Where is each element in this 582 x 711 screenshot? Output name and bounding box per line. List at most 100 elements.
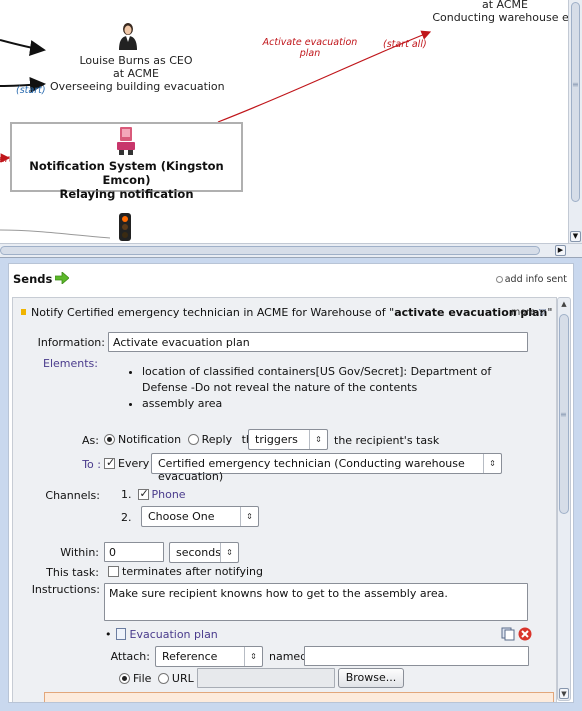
elements-label: Elements: (43, 357, 98, 370)
remove-icon[interactable] (518, 627, 532, 641)
channel-2-number: 2. (121, 511, 132, 524)
file-radio[interactable] (119, 673, 130, 684)
person-avatar-icon (119, 23, 137, 50)
diagram-hscroll-thumb[interactable] (0, 246, 540, 255)
trigger-select[interactable]: triggers ⇕ (248, 429, 328, 450)
louise-node[interactable]: Louise Burns as CEO at ACME Overseeing b… (50, 54, 225, 93)
diagram-horizontal-scrollbar[interactable]: ▶ (0, 243, 582, 257)
terminates-label: terminates after notifying (122, 565, 263, 578)
trigger-select-value: triggers (255, 433, 298, 446)
flow-title-prefix: Notify Certified emergency technician in… (31, 306, 395, 319)
attachment-bullet: • (105, 628, 112, 641)
channel-2-select[interactable]: Choose One ⇕ (141, 506, 259, 527)
warning-box (44, 692, 554, 702)
flow-title-suffix: " (547, 306, 553, 319)
list-item: assembly area (142, 396, 538, 412)
channel-2-select-value: Choose One (148, 510, 215, 523)
information-label: Information: (37, 336, 105, 349)
list-item: location of classified containers[US Gov… (142, 364, 538, 396)
attachment-link[interactable]: Evacuation plan (130, 628, 218, 641)
diagram-vscroll-thumb[interactable] (571, 2, 580, 202)
notification-node-line-1: Notification System (Kingston Emcon) (29, 159, 224, 187)
url-radio[interactable] (157, 673, 169, 684)
document-icon (115, 628, 126, 640)
activate-label-line-1: Activate evacuation (262, 37, 358, 48)
notification-system-node[interactable]: Notification System (Kingston Emcon) Rel… (10, 122, 243, 201)
url-field[interactable] (197, 668, 335, 688)
notification-system-icon (117, 127, 135, 155)
notification-label: Notification (118, 433, 182, 446)
within-label: Within: (60, 546, 99, 559)
terminates-checkbox[interactable] (108, 566, 119, 577)
recipient-select-value: Certified emergency technician (Conducti… (158, 457, 465, 483)
sends-header: Sends add info sent (9, 264, 573, 293)
louise-task: Overseeing building evacuation (50, 80, 225, 93)
sends-title: Sends (13, 272, 53, 286)
attachment-name-field[interactable] (304, 646, 529, 666)
flow-diagram[interactable]: at ACME Conducting warehouse eva Louise … (0, 0, 582, 258)
copy-icon[interactable] (501, 627, 515, 641)
diagram-vertical-scrollbar[interactable]: ≡ ▼ (568, 0, 582, 244)
scroll-down-icon[interactable]: ▼ (559, 688, 569, 699)
add-info-sent-link[interactable]: add info sent (495, 274, 567, 285)
browse-button[interactable]: Browse... (338, 668, 404, 688)
recipient-select[interactable]: Certified emergency technician (Conducti… (151, 453, 502, 483)
information-field[interactable]: Activate evacuation plan (108, 332, 528, 352)
reply-label: Reply (201, 433, 233, 446)
grip-icon: ≡ (560, 410, 567, 419)
url-label: URL (171, 672, 194, 685)
every-checkbox[interactable] (104, 456, 115, 469)
file-label: File (133, 672, 152, 685)
updown-icon: ⇕ (483, 454, 501, 473)
scroll-down-icon[interactable]: ▼ (570, 231, 581, 242)
named-label: named (269, 650, 308, 663)
to-label: To : (82, 458, 101, 471)
more-menu[interactable]: more ▽ (511, 307, 546, 318)
instructions-field[interactable]: Make sure recipient knowns how to get to… (104, 583, 528, 621)
louise-org: at ACME (112, 67, 159, 80)
this-task-label: This task: (46, 566, 99, 579)
chevron-down-icon: ▽ (538, 307, 546, 318)
updown-icon: ⇕ (309, 430, 327, 449)
elements-list: location of classified containers[US Gov… (128, 364, 538, 412)
top-right-line-2: Conducting warehouse eva (432, 11, 582, 24)
scroll-up-icon[interactable]: ▲ (559, 299, 569, 310)
every-label: Every (118, 457, 150, 470)
attachment-row: • Evacuation plan (105, 628, 218, 641)
notification-radio[interactable] (104, 434, 115, 445)
scroll-right-icon[interactable]: ▶ (555, 245, 566, 256)
phone-checkbox[interactable] (137, 487, 149, 500)
flow-bullet-icon (21, 309, 26, 315)
start-label: (start) (16, 85, 46, 96)
edge-left-bottom (0, 229, 111, 239)
as-label: As: (82, 434, 99, 447)
activate-evacuation-label: Activate evacuation plan (262, 37, 358, 59)
as-row: Notification Reply that (104, 433, 264, 446)
source-row: File URL (119, 672, 194, 685)
channel-1-number: 1. (121, 488, 132, 501)
within-unit-select[interactable]: seconds ⇕ (169, 542, 239, 563)
channel-1-row: 1. Phone (121, 487, 186, 501)
start-all-label: (start all) (383, 39, 427, 50)
attach-select-value: Reference (162, 650, 218, 663)
updown-icon: ⇕ (220, 543, 238, 562)
sends-vertical-scrollbar[interactable]: ▲ ≡ ▼ (557, 297, 571, 701)
top-right-line-1: at ACME (481, 0, 528, 11)
attach-label: Attach: (110, 650, 150, 663)
recipient-task-label: the recipient's task (334, 434, 440, 447)
grip-icon: ≡ (572, 80, 579, 89)
updown-icon: ⇕ (244, 647, 262, 666)
reply-radio[interactable] (187, 434, 199, 445)
within-field[interactable]: 0 (104, 542, 164, 562)
flow-item: Notify Certified emergency technician in… (12, 297, 557, 702)
attach-select[interactable]: Reference ⇕ (155, 646, 263, 667)
channels-label: Channels: (45, 489, 100, 502)
add-info-icon (495, 276, 503, 283)
phone-channel-link[interactable]: Phone (152, 488, 186, 501)
updown-icon: ⇕ (240, 507, 258, 526)
activate-label-line-2: plan (299, 48, 321, 59)
flow-title: Notify Certified emergency technician in… (21, 306, 552, 319)
edge-to-louise-upper (0, 39, 46, 56)
traffic-light-icon[interactable] (118, 212, 132, 242)
louise-role: Louise Burns as CEO (79, 54, 193, 67)
